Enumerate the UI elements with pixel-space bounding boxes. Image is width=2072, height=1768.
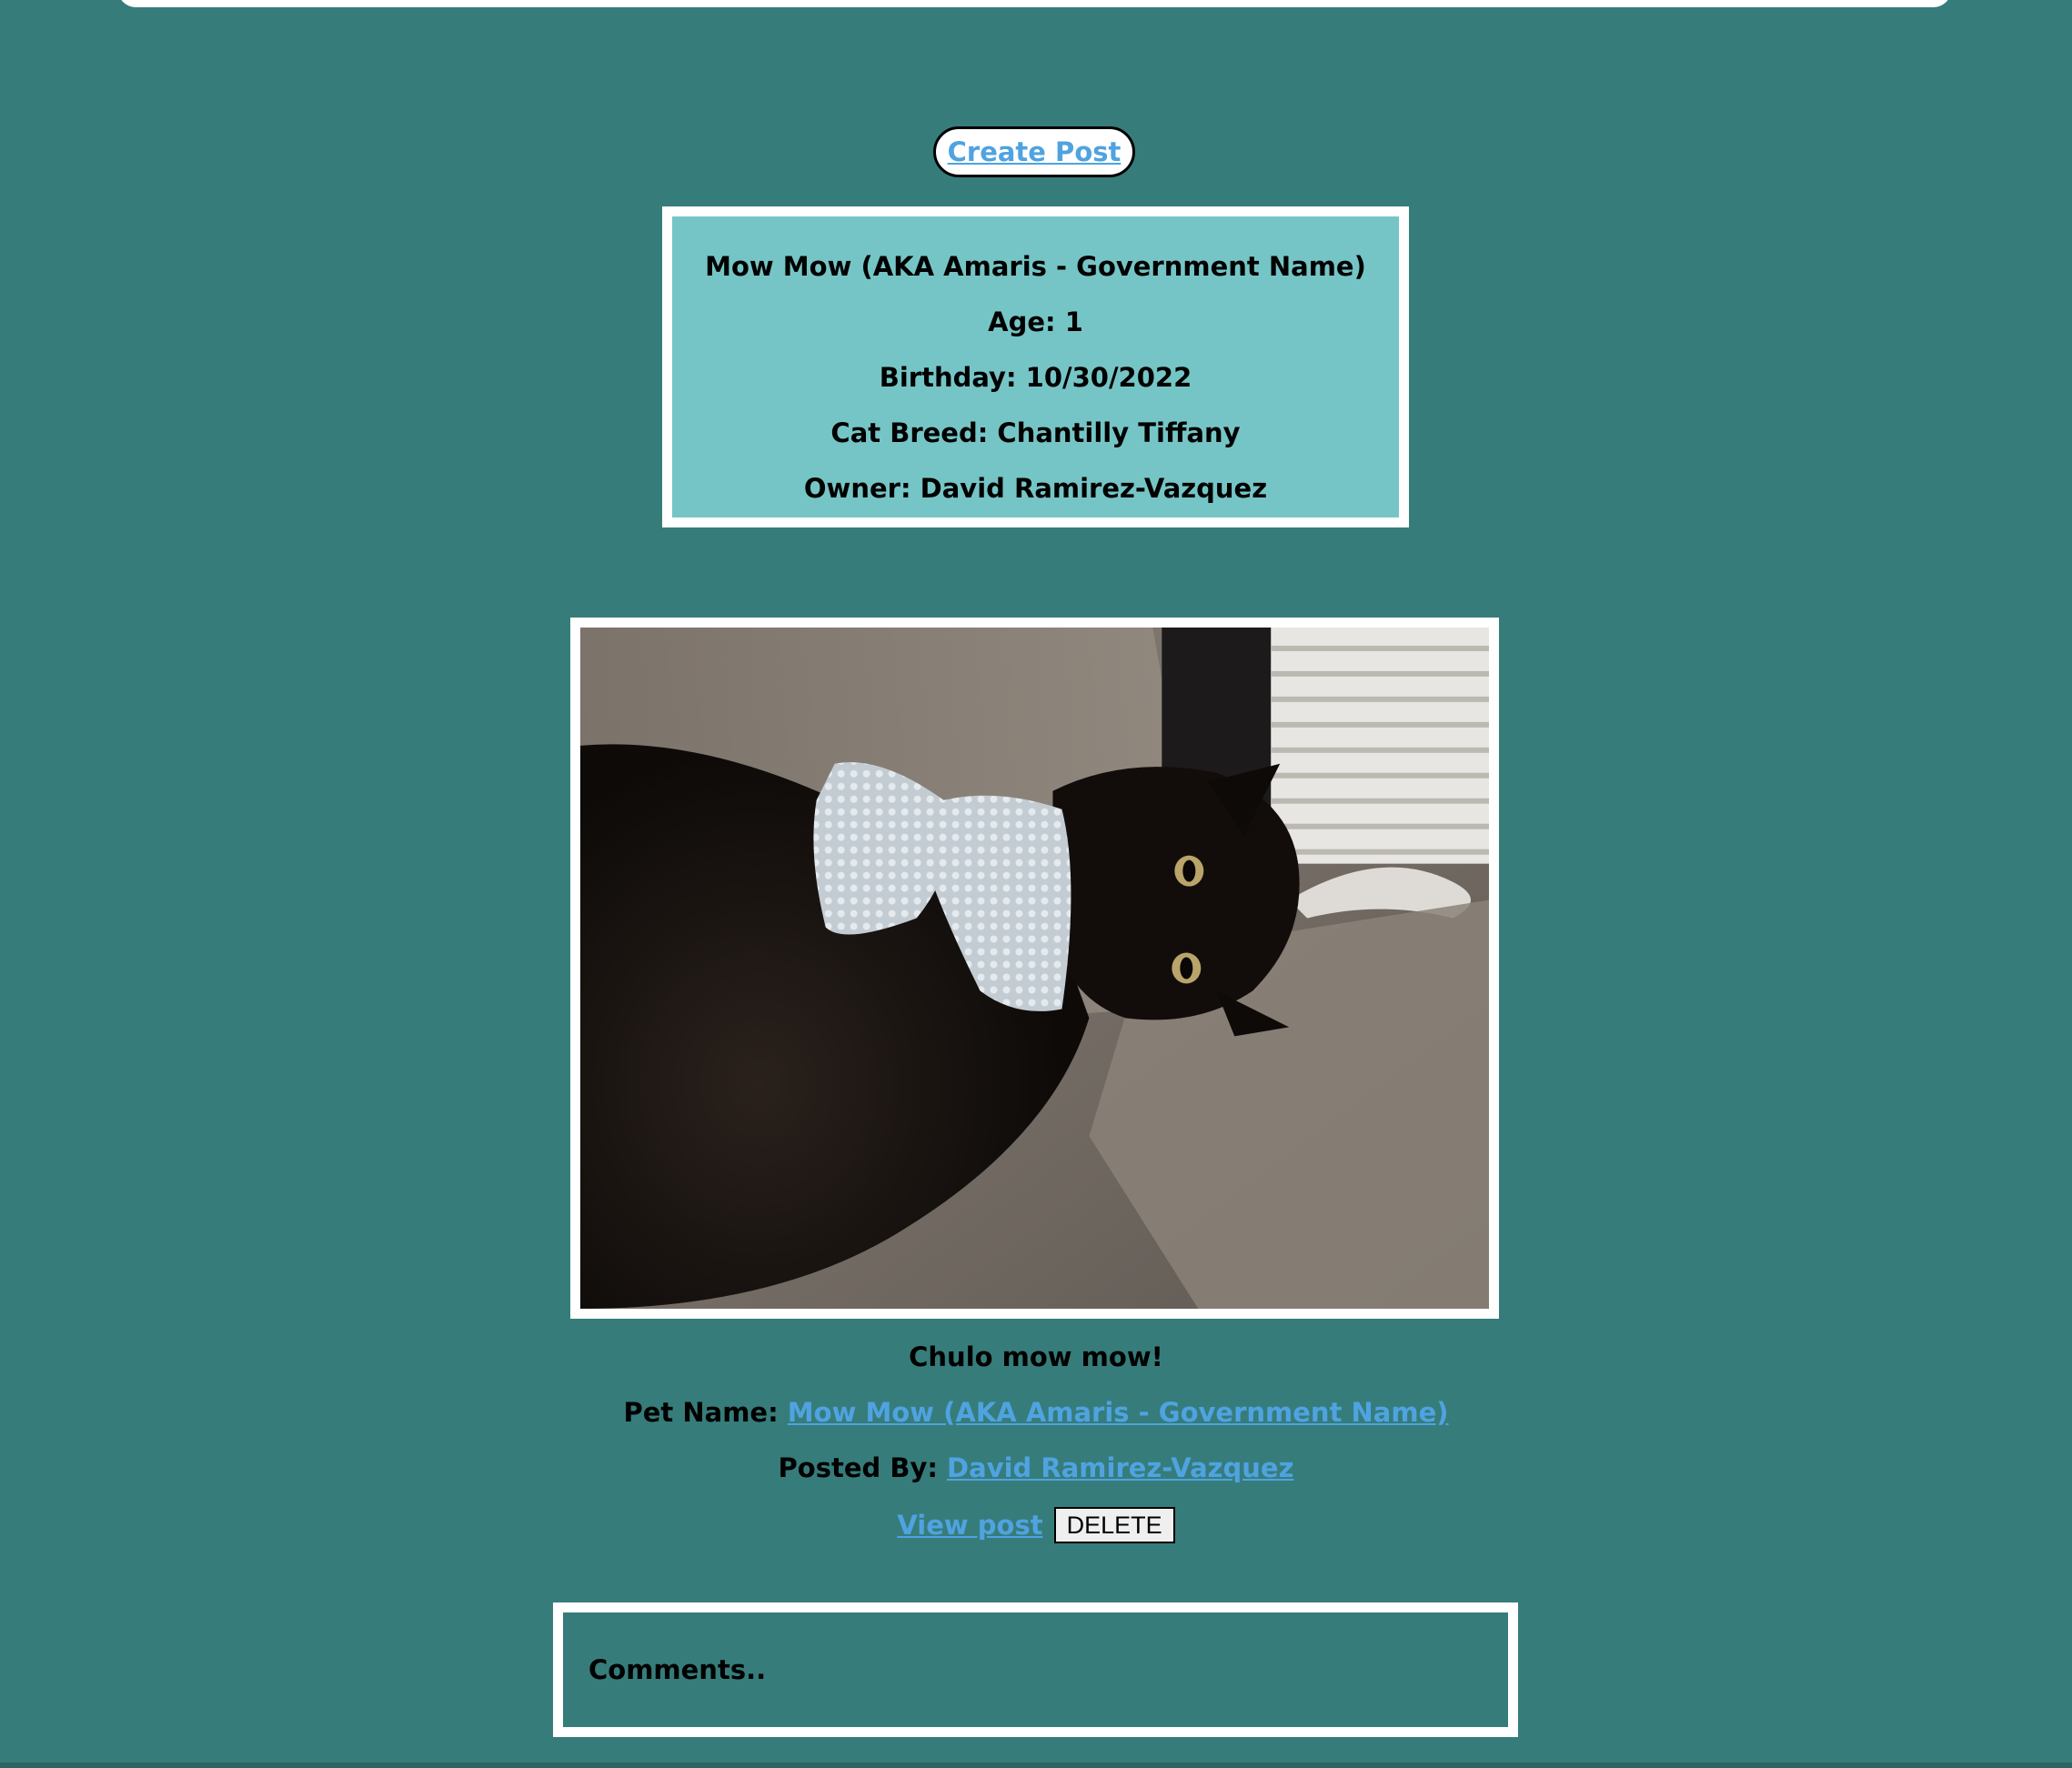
window-blinds [1271,628,1489,864]
comments-section: Comments.. [553,1602,1518,1737]
post-caption: Chulo mow mow! [909,1341,1163,1372]
post-pet-name-row: Pet Name: Mow Mow (AKA Amaris - Governme… [0,1397,2072,1428]
pet-age: Age: 1 [988,306,1083,337]
pet-name-label: Pet Name: [623,1397,788,1428]
cat-photo-image [580,628,1489,1309]
posted-by-link[interactable]: David Ramirez-Vazquez [947,1452,1293,1483]
pet-name-link[interactable]: Mow Mow (AKA Amaris - Government Name) [788,1397,1449,1428]
posted-by-label: Posted By: [778,1452,948,1483]
top-nav-bar [118,0,1951,7]
post-actions: View post DELETE [0,1507,2072,1543]
pet-profile-card: Mow Mow (AKA Amaris - Government Name) A… [662,206,1409,527]
post-author-row: Posted By: David Ramirez-Vazquez [0,1452,2072,1483]
window-bottom-edge [0,1763,2072,1768]
pet-breed: Cat Breed: Chantilly Tiffany [830,417,1241,448]
post-photo [570,618,1499,1319]
delete-button[interactable]: DELETE [1053,1507,1175,1543]
pet-name: Mow Mow (AKA Amaris - Government Name) [705,251,1366,282]
pet-owner: Owner: David Ramirez-Vazquez [803,473,1268,504]
create-post-button[interactable]: Create Post [933,126,1135,177]
view-post-link[interactable]: View post [897,1510,1042,1541]
pet-birthday: Birthday: 10/30/2022 [879,362,1192,393]
comments-heading: Comments.. [588,1654,767,1685]
